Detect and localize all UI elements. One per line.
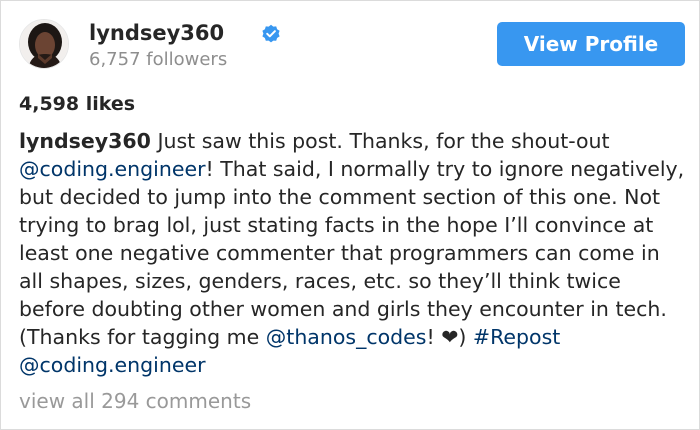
verified-badge-icon [261, 24, 281, 44]
mention-link[interactable]: @coding.engineer [19, 353, 206, 377]
username[interactable]: lyndsey360 [89, 20, 224, 46]
caption-author[interactable]: lyndsey360 [19, 129, 151, 153]
post-card: lyndsey360 6,757 followers View Profile … [0, 0, 700, 430]
view-profile-button[interactable]: View Profile [497, 22, 685, 66]
caption-text: ! That said, I normally try to ignore ne… [19, 157, 685, 349]
avatar[interactable] [19, 19, 69, 69]
hashtag-link[interactable]: #Repost [473, 325, 560, 349]
caption-text: ! ❤) [426, 325, 473, 349]
like-count[interactable]: 4,598 likes [19, 92, 135, 116]
caption-text: Just saw this post. Thanks, for the shou… [150, 129, 610, 153]
mention-link[interactable]: @thanos_codes [266, 325, 427, 349]
follower-count: 6,757 followers [89, 49, 228, 70]
post-caption: lyndsey360 Just saw this post. Thanks, f… [19, 127, 685, 379]
mention-link[interactable]: @coding.engineer [19, 157, 206, 181]
post-header: lyndsey360 6,757 followers View Profile [19, 19, 685, 71]
view-all-comments-link[interactable]: view all 294 comments [19, 388, 251, 414]
